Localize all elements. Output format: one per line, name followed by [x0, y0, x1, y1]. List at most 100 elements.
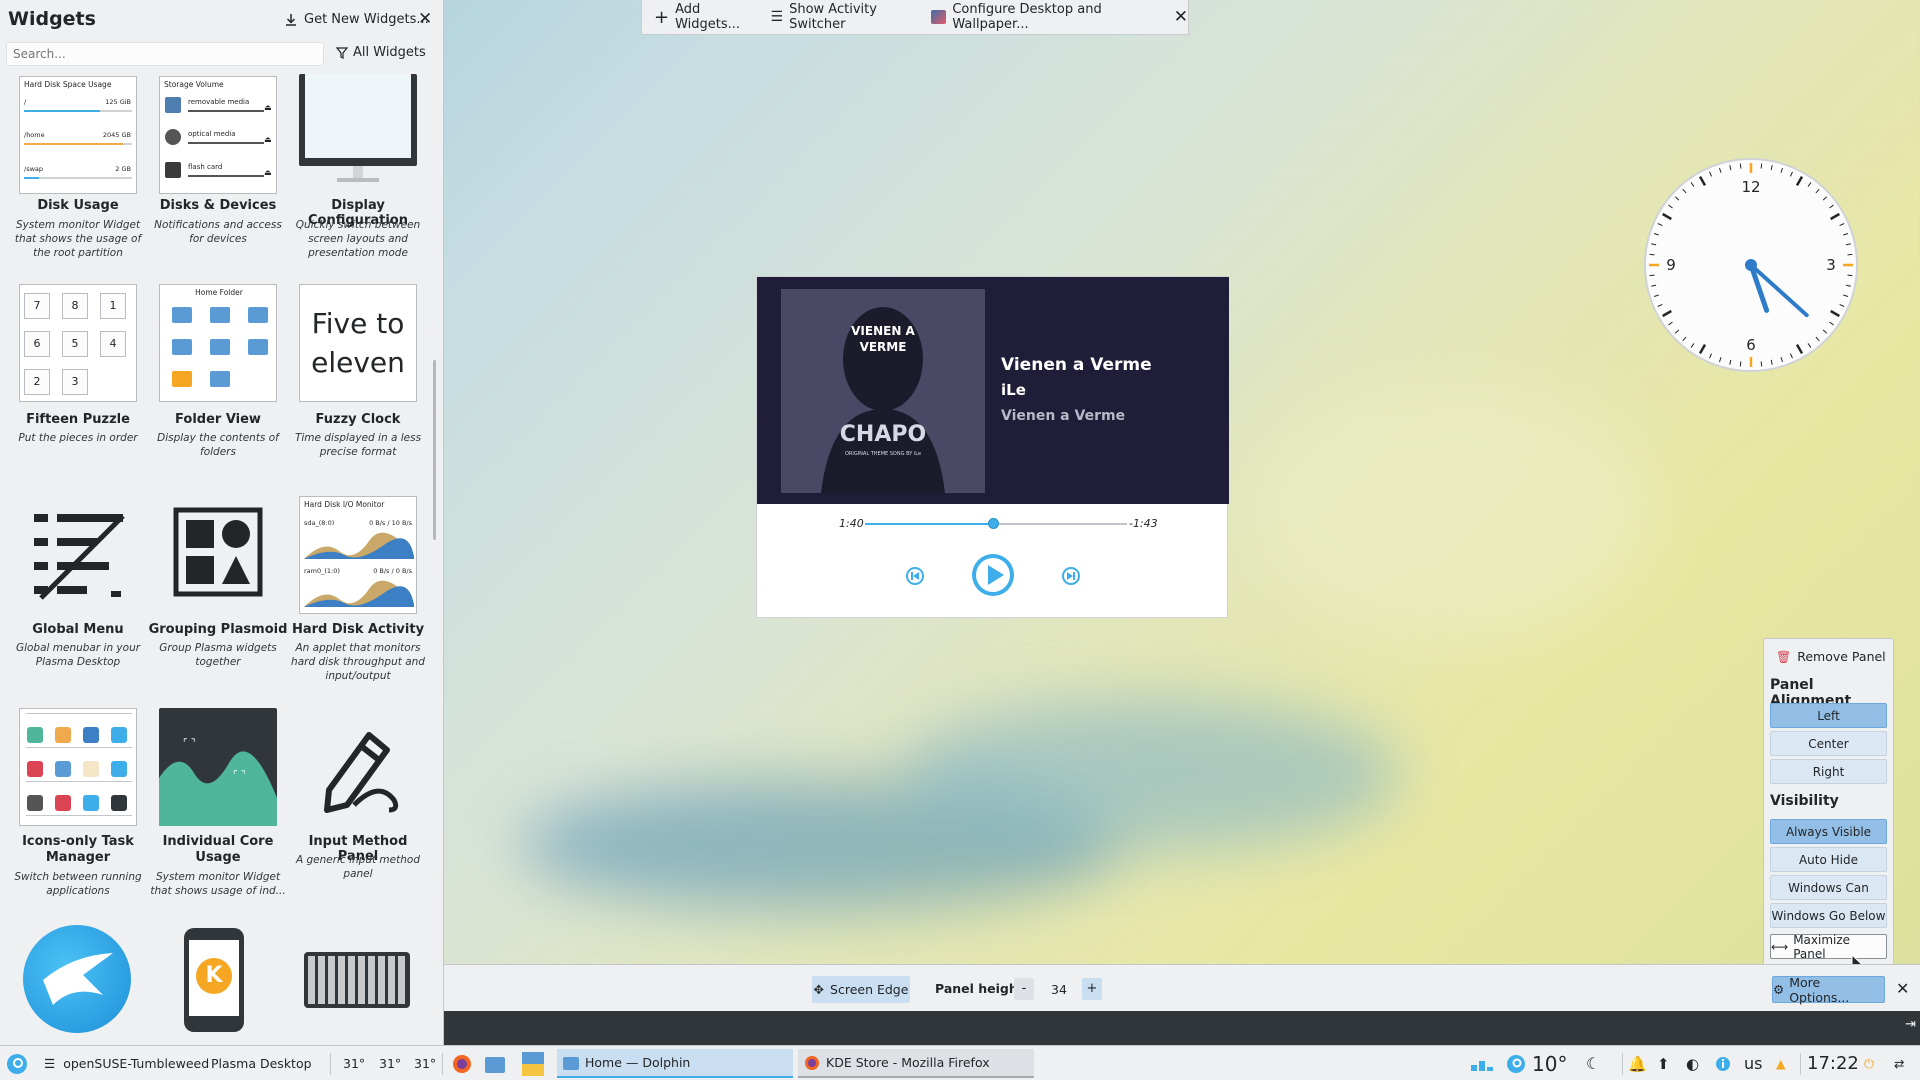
folder-icon — [248, 307, 268, 323]
widget-search-input[interactable] — [6, 42, 324, 66]
panel-config-close-icon[interactable]: ✕ — [1896, 979, 1909, 998]
toolbar-close-icon[interactable]: ✕ — [1174, 7, 1188, 27]
eject-icon[interactable]: ⏏ — [264, 135, 272, 144]
widget-tile-input-method-panel[interactable]: Input Method Panel A generic input metho… — [280, 708, 420, 908]
app-icon — [27, 727, 43, 743]
keyboard-icon[interactable] — [304, 952, 410, 1008]
visibility-always-visible-button[interactable]: Always Visible — [1770, 819, 1887, 844]
explorer-scrollbar[interactable] — [433, 360, 436, 540]
wallpaper-icon — [931, 10, 947, 24]
visibility-auto-hide-button[interactable]: Auto Hide — [1770, 847, 1887, 872]
panel-resize-icon[interactable]: ⇥ — [1905, 1017, 1916, 1032]
add-widgets-button[interactable]: + Add Widgets... — [654, 2, 753, 32]
widget-tile-individual-core-usage[interactable]: ⌜ ⌝ ⌜ ⌝ Individual Core Usage System mon… — [140, 708, 286, 908]
disk-usage-tray-icon[interactable] — [1471, 1046, 1493, 1080]
widget-tile-icons-only-task-manager[interactable]: Icons-only Task Manager Switch between r… — [0, 708, 142, 908]
widget-description: Display the contents of folders — [157, 432, 279, 458]
widget-description: Switch between running applications — [14, 871, 142, 897]
opensuse-tray-icon[interactable] — [1506, 1046, 1526, 1080]
temperature-sensor-2[interactable]: 31° — [379, 1046, 401, 1080]
wallpaper-streak — [900, 700, 1400, 850]
activity-switcher-button[interactable]: ☰ Show Activity Switcher — [771, 2, 914, 32]
activities-button[interactable]: ☰ openSUSE-Tumbleweed — [44, 1046, 209, 1080]
firefox-launcher[interactable] — [452, 1046, 472, 1080]
updates-icon[interactable]: ⬆ — [1657, 1046, 1670, 1080]
explorer-close-icon[interactable]: ✕ — [418, 9, 432, 29]
night-mode-icon[interactable]: ☾ — [1586, 1046, 1600, 1080]
info-icon[interactable] — [1715, 1046, 1731, 1080]
temperature-sensor-1[interactable]: 31° — [343, 1046, 365, 1080]
widget-tile-display-configuration[interactable]: Display Configuration Quickly switch bet… — [280, 74, 420, 274]
widget-tile-grouping-plasmoid[interactable]: Grouping Plasmoid Group Plasma widgets t… — [140, 496, 287, 696]
task-dolphin[interactable]: Home — Dolphin — [557, 1049, 793, 1078]
show-desktop-button[interactable] — [522, 1046, 544, 1080]
application-launcher-button[interactable] — [6, 1046, 28, 1080]
media-player-widget: VIENEN A VERME CHAPO ORIGINAL THEME SONG… — [756, 276, 1229, 618]
more-options-button[interactable]: ⚙ More Options... — [1772, 975, 1885, 1005]
puzzle-tile: 6 — [24, 331, 50, 357]
align-left-button[interactable]: Left — [1770, 703, 1887, 728]
align-center-button[interactable]: Center — [1770, 731, 1887, 756]
kdeconnect-icon[interactable] — [23, 925, 131, 1033]
folder-icon — [210, 371, 230, 387]
power-icon[interactable]: ⏻ — [1864, 1046, 1874, 1080]
clock-face: 12 3 6 9 — [1644, 158, 1858, 372]
weather-temperature[interactable]: 10° — [1532, 1046, 1567, 1080]
panel-height-decrease-button[interactable]: - — [1014, 978, 1034, 1000]
maximize-panel-button[interactable]: ⟷ Maximize Panel — [1770, 933, 1887, 961]
folder-icon — [210, 339, 230, 355]
dolphin-launcher[interactable] — [485, 1046, 505, 1080]
panel-height-input[interactable]: 34 — [1044, 980, 1074, 1000]
widget-tile-hard-disk-activity[interactable]: Hard Disk I/O Monitor sda_(8:0) 0 B/s / … — [280, 496, 425, 696]
align-right-button[interactable]: Right — [1770, 759, 1887, 784]
keyboard-layout-indicator[interactable]: us — [1744, 1046, 1762, 1080]
virtual-desktop-label[interactable]: Plasma Desktop — [211, 1046, 312, 1080]
thumb-title: Storage Volume — [164, 80, 224, 89]
puzzle-tile: 8 — [62, 293, 88, 319]
widget-tile-disk-usage[interactable]: Hard Disk Space Usage / 125 GiB /home 20… — [0, 74, 141, 274]
get-new-widgets-button[interactable]: Get New Widgets... — [284, 12, 429, 27]
seek-handle[interactable] — [988, 518, 1000, 529]
widget-filter-button[interactable]: All Widgets — [336, 45, 426, 60]
widget-name: Disks & Devices — [159, 198, 277, 213]
volume-icon[interactable]: ◐ — [1686, 1046, 1699, 1080]
widget-name: Icons-only Task Manager — [22, 834, 134, 865]
widget-description: System monitor Widget that shows usage o… — [150, 871, 286, 897]
temperature-sensor-3[interactable]: 31° — [414, 1046, 436, 1080]
eject-icon[interactable]: ⏏ — [264, 103, 272, 112]
widget-tile-fuzzy-clock[interactable]: Five to eleven Fuzzy Clock Time displaye… — [280, 284, 421, 484]
disk-label: sda_(8:0) — [304, 519, 335, 527]
app-icon — [111, 795, 127, 811]
clock-tick — [1739, 361, 1742, 367]
widget-tile-disks-devices[interactable]: Storage Volume removable media ⏏ optical… — [140, 74, 282, 274]
panel-config-toggle-icon[interactable]: ⇄ — [1894, 1046, 1904, 1080]
widget-tile-fifteen-puzzle[interactable]: 781 654 23 Fifteen Puzzle Put the pieces i… — [0, 284, 140, 484]
screen-edge-handle[interactable]: ✥ Screen Edge — [812, 976, 910, 1003]
previous-track-button[interactable] — [905, 566, 925, 586]
analog-clock-widget[interactable]: 12 3 6 9 — [1641, 155, 1861, 375]
next-track-button[interactable] — [1061, 566, 1081, 586]
widget-filter-label: All Widgets — [353, 45, 426, 60]
configure-desktop-button[interactable]: Configure Desktop and Wallpaper... — [931, 2, 1148, 32]
eject-icon[interactable]: ⏏ — [264, 168, 272, 177]
remove-panel-button[interactable]: 🗑 Remove Panel — [1776, 649, 1886, 664]
puzzle-tile: 7 — [24, 293, 50, 319]
puzzle-tile: 1 — [100, 293, 126, 319]
disk-label: ram0_(1:0) — [304, 567, 340, 575]
panel-height-increase-button[interactable]: + — [1082, 978, 1102, 1000]
widget-description: An applet that monitors hard disk throug… — [291, 642, 425, 682]
play-pause-button[interactable] — [971, 553, 1015, 597]
seek-slider[interactable] — [865, 518, 1127, 529]
task-firefox[interactable]: KDE Store - Mozilla Firefox — [798, 1049, 1034, 1078]
phone-icon[interactable]: K — [184, 928, 244, 1032]
visibility-windows-go-below-button[interactable]: Windows Go Below — [1770, 903, 1887, 928]
notifications-icon[interactable]: 🔔 — [1628, 1046, 1647, 1080]
widget-tile-folder-view[interactable]: Home Folder Folder View Display the cont… — [140, 284, 280, 484]
global-menu-icon — [19, 498, 137, 616]
widget-tile-global-menu[interactable]: Global Menu Global menubar in your Plasm… — [0, 496, 140, 696]
widget-description: A generic input method panel — [295, 854, 420, 880]
tray-expand-icon[interactable]: ▲ — [1776, 1046, 1786, 1080]
digital-clock[interactable]: 17:22 — [1807, 1046, 1859, 1080]
app-icon — [27, 761, 43, 777]
visibility-windows-can-cover-button[interactable]: Windows Can Cover — [1770, 875, 1887, 919]
